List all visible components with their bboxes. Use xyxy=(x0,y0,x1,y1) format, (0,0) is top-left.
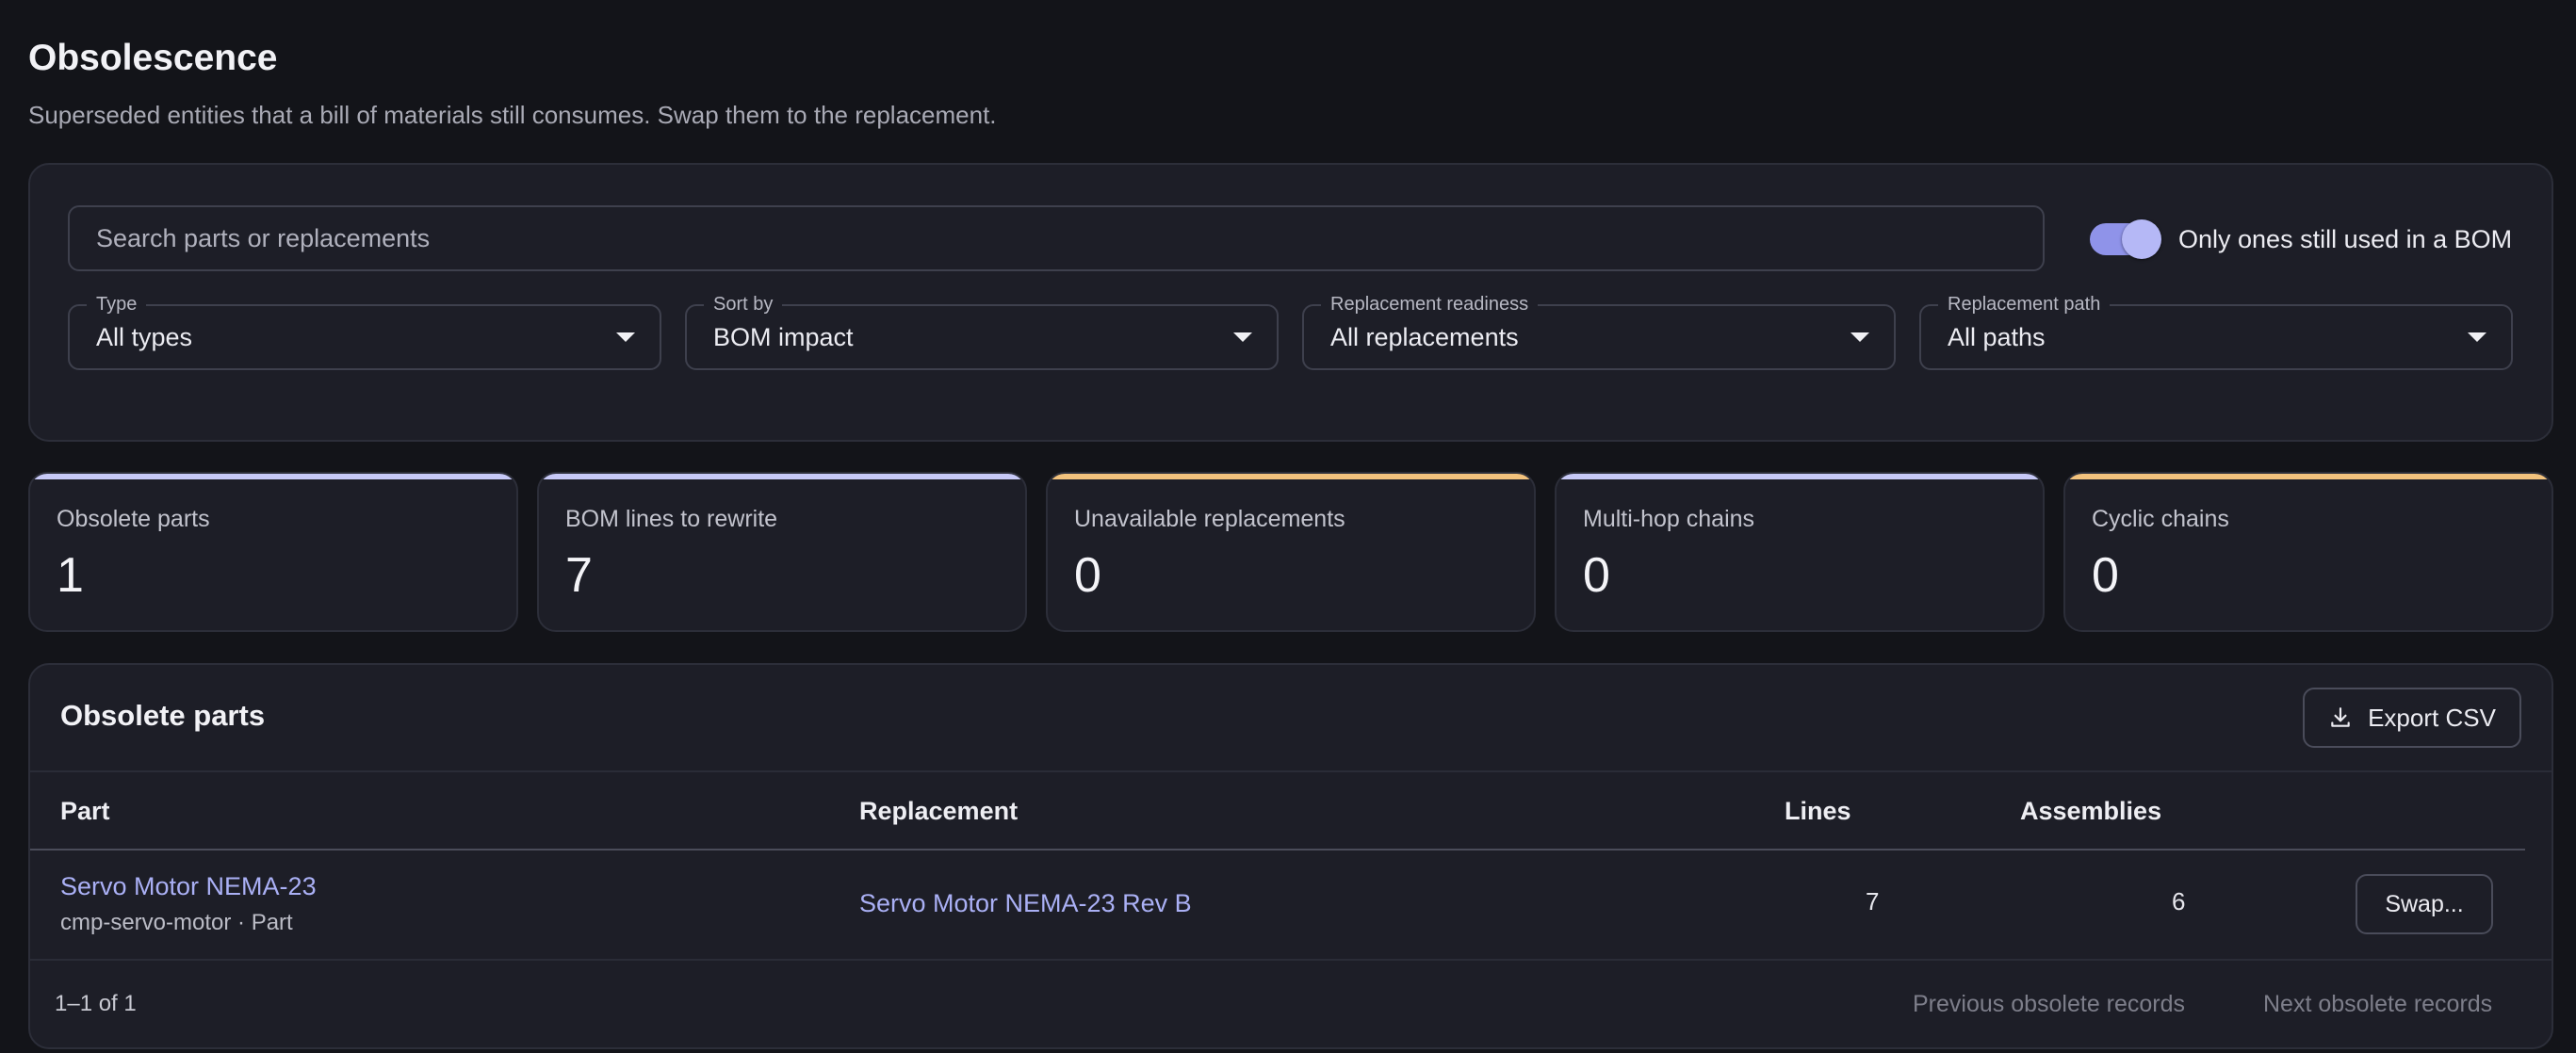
column-header-part[interactable]: Part xyxy=(60,797,110,826)
kpi-accent-bar xyxy=(1557,474,2043,479)
kpi-label: Cyclic chains xyxy=(2092,506,2229,532)
bom-usage-toggle[interactable] xyxy=(2090,219,2161,259)
replacement-path-select[interactable]: Replacement path All paths xyxy=(1919,292,2513,370)
search-box[interactable] xyxy=(68,205,2045,271)
kpi-accent-bar xyxy=(2065,474,2552,479)
pagination-count: 1–1 of 1 xyxy=(55,991,137,1016)
previous-page-button[interactable]: Previous obsolete records xyxy=(1913,991,2185,1018)
kpi-accent-bar xyxy=(539,474,1025,479)
header-divider xyxy=(30,849,2525,850)
caret-down-icon xyxy=(1850,332,1869,342)
obsolescence-page: Obsolescence Superseded entities that a … xyxy=(28,34,2553,1049)
kpi-accent-bar xyxy=(1048,474,1534,479)
kpi-value: 0 xyxy=(2092,548,2119,603)
export-csv-button[interactable]: Export CSV xyxy=(2303,688,2521,748)
filter-panel: Only ones still used in a BOM Type All t… xyxy=(28,163,2553,442)
kpi-accent-bar xyxy=(30,474,516,479)
sort-by-select[interactable]: Sort by BOM impact xyxy=(685,292,1279,370)
export-csv-label: Export CSV xyxy=(2368,703,2496,732)
toggle-label: Only ones still used in a BOM xyxy=(2178,224,2513,253)
kpi-cyclic-chains: Cyclic chains 0 xyxy=(2063,472,2553,632)
kpi-value: 0 xyxy=(1583,548,1610,603)
caret-down-icon xyxy=(616,332,635,342)
divider xyxy=(30,959,2552,961)
replacement-path-value: All paths xyxy=(1948,323,2046,351)
kpi-label: Unavailable replacements xyxy=(1074,506,1345,532)
kpi-label: Multi-hop chains xyxy=(1583,506,1755,532)
replacement-link[interactable]: Servo Motor NEMA-23 Rev B xyxy=(859,889,1192,918)
kpi-label: BOM lines to rewrite xyxy=(565,506,778,532)
kpi-obsolete-parts: Obsolete parts 1 xyxy=(28,472,518,632)
swap-button[interactable]: Swap... xyxy=(2356,874,2493,934)
kpi-label: Obsolete parts xyxy=(57,506,210,532)
column-header-assemblies[interactable]: Assemblies xyxy=(2020,797,2161,826)
column-header-lines[interactable]: Lines xyxy=(1785,797,1851,826)
replacement-readiness-value: All replacements xyxy=(1330,323,1519,351)
caret-down-icon xyxy=(1233,332,1252,342)
kpi-value: 1 xyxy=(57,548,84,603)
kpi-bom-lines: BOM lines to rewrite 7 xyxy=(537,472,1027,632)
lines-value: 7 xyxy=(1866,887,1880,915)
type-select-value: All types xyxy=(96,323,193,351)
assemblies-value: 6 xyxy=(2172,887,2186,915)
download-icon xyxy=(2331,707,2350,727)
page-subtitle: Superseded entities that a bill of mater… xyxy=(28,101,997,129)
bom-usage-toggle-group[interactable]: Only ones still used in a BOM xyxy=(2090,219,2513,259)
kpi-multi-hop-chains: Multi-hop chains 0 xyxy=(1555,472,2045,632)
column-header-replacement[interactable]: Replacement xyxy=(859,797,1018,826)
kpi-unavailable-replacements: Unavailable replacements 0 xyxy=(1046,472,1536,632)
divider xyxy=(30,770,2552,772)
next-page-button[interactable]: Next obsolete records xyxy=(2263,991,2492,1018)
page-title: Obsolescence xyxy=(28,38,278,78)
table-title: Obsolete parts xyxy=(60,699,266,732)
sort-by-select-value: BOM impact xyxy=(713,323,854,351)
kpi-value: 7 xyxy=(565,548,593,603)
toggle-knob xyxy=(2122,219,2161,259)
type-select[interactable]: Type All types xyxy=(68,292,661,370)
replacement-readiness-select[interactable]: Replacement readiness All replacements xyxy=(1302,292,1896,370)
caret-down-icon xyxy=(2468,332,2486,342)
obsolete-parts-table-card: Obsolete parts Export CSV Part Replaceme… xyxy=(28,663,2553,1049)
kpi-value: 0 xyxy=(1074,548,1101,603)
part-meta: cmp-servo-motor · Part xyxy=(60,910,293,935)
search-input[interactable] xyxy=(70,207,2043,269)
part-link[interactable]: Servo Motor NEMA-23 xyxy=(60,872,317,901)
kpi-row: Obsolete parts 1 BOM lines to rewrite 7 … xyxy=(28,472,2553,632)
